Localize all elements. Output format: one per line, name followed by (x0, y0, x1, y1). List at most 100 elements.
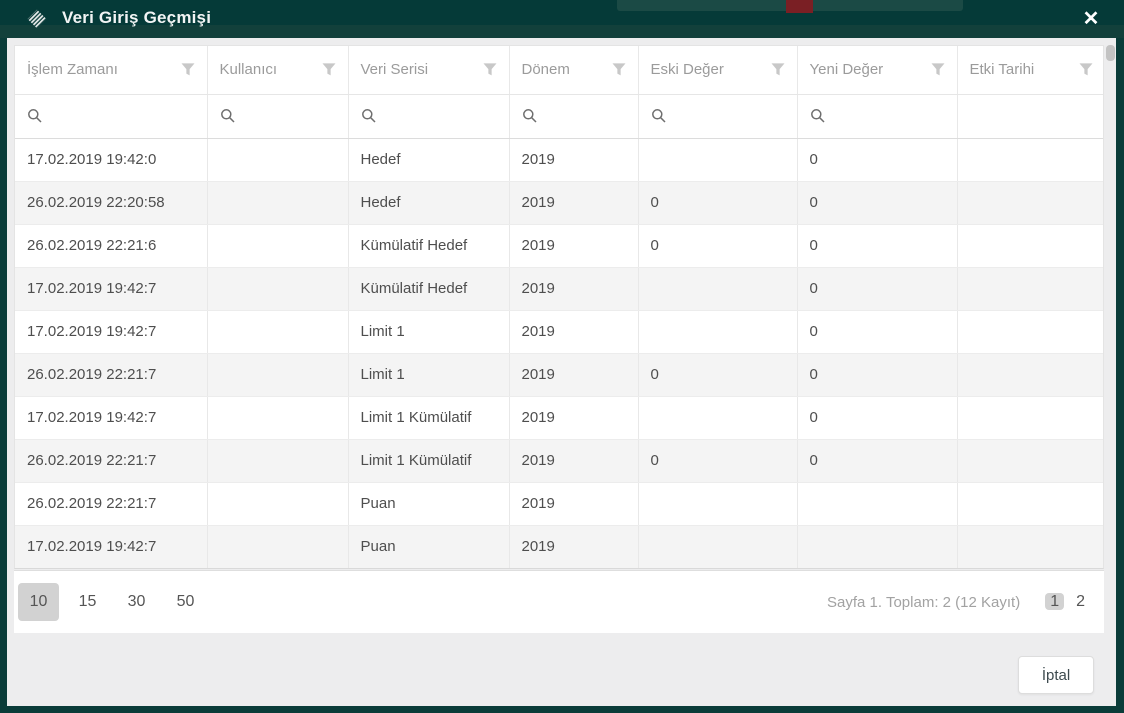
cell-islem-zamani: 26.02.2019 22:21:7 (15, 353, 208, 397)
filter-icon[interactable] (181, 63, 195, 76)
cell-yeni-deger: 0 (797, 138, 958, 182)
filter-row (15, 94, 1103, 139)
filter-input-veri-serisi[interactable] (348, 94, 510, 139)
history-table-card: İşlem Zamanı Kullanıcı Veri Serisi Dönem Esk… (14, 45, 1104, 569)
page-size-10[interactable]: 10 (18, 583, 59, 621)
column-header-donem[interactable]: Dönem (509, 46, 639, 95)
filter-icon[interactable] (612, 63, 626, 76)
cell-islem-zamani: 17.02.2019 19:42:7 (15, 267, 208, 311)
cell-etki-tarihi (957, 138, 1103, 182)
page-size-30[interactable]: 30 (116, 583, 157, 621)
filter-input-yeni-deger[interactable] (797, 94, 958, 139)
cell-donem: 2019 (509, 224, 639, 268)
cell-donem: 2019 (509, 267, 639, 311)
cell-islem-zamani: 17.02.2019 19:42:7 (15, 396, 208, 440)
cell-eski-deger (638, 267, 798, 311)
table-row: 17.02.2019 19:42:7 Limit 1 2019 0 (15, 310, 1103, 354)
cell-etki-tarihi (957, 181, 1103, 225)
cell-kullanici (207, 267, 349, 311)
cell-islem-zamani: 17.02.2019 19:42:7 (15, 310, 208, 354)
cell-islem-zamani: 26.02.2019 22:21:7 (15, 482, 208, 526)
modal-border (0, 706, 1124, 713)
hatched-diamond-icon (27, 9, 47, 29)
cell-islem-zamani: 26.02.2019 22:20:58 (15, 181, 208, 225)
column-label: Yeni Değer (809, 61, 884, 79)
cell-veri-serisi: Puan (348, 482, 510, 526)
search-icon (28, 108, 42, 123)
table-row: 26.02.2019 22:21:7 Limit 1 2019 0 0 (15, 353, 1103, 397)
filter-input-etki-tarihi[interactable] (957, 94, 1103, 139)
filter-icon[interactable] (771, 63, 785, 76)
filter-icon[interactable] (931, 63, 945, 76)
table-row: 17.02.2019 19:42:7 Puan 2019 (15, 525, 1103, 568)
cell-yeni-deger: 0 (797, 267, 958, 311)
table-row: 26.02.2019 22:21:6 Kümülatif Hedef 2019 0 0 (15, 224, 1103, 268)
cell-donem: 2019 (509, 181, 639, 225)
cell-etki-tarihi (957, 353, 1103, 397)
vertical-scrollbar[interactable] (1106, 45, 1115, 61)
page-size-50[interactable]: 50 (165, 583, 206, 621)
modal-titlebar: Veri Giriş Geçmişi ✕ (0, 0, 1124, 38)
column-label: Etki Tarihi (969, 61, 1035, 79)
column-header-islem-zamani[interactable]: İşlem Zamanı (15, 46, 208, 95)
filter-input-eski-deger[interactable] (638, 94, 798, 139)
column-header-yeni-deger[interactable]: Yeni Değer (797, 46, 958, 95)
cell-yeni-deger (797, 525, 958, 568)
search-icon (810, 108, 825, 123)
cell-etki-tarihi (957, 396, 1103, 440)
header-row: İşlem Zamanı Kullanıcı Veri Serisi Dönem Esk… (15, 46, 1103, 95)
cell-yeni-deger: 0 (797, 224, 958, 268)
filter-input-islem-zamani[interactable] (15, 94, 208, 139)
cell-donem: 2019 (509, 310, 639, 354)
column-header-etki-tarihi[interactable]: Etki Tarihi (957, 46, 1103, 95)
cell-islem-zamani: 26.02.2019 22:21:6 (15, 224, 208, 268)
cell-veri-serisi: Hedef (348, 181, 510, 225)
modal-title: Veri Giriş Geçmişi (62, 8, 212, 27)
cell-etki-tarihi (957, 224, 1103, 268)
cell-kullanici (207, 181, 349, 225)
page-button-1[interactable]: 1 (1045, 593, 1065, 610)
column-label: Dönem (521, 61, 570, 79)
column-header-veri-serisi[interactable]: Veri Serisi (348, 46, 510, 95)
cell-donem: 2019 (509, 525, 639, 568)
cell-yeni-deger: 0 (797, 181, 958, 225)
table-row: 26.02.2019 22:21:7 Limit 1 Kümülatif 2019 0… (15, 439, 1103, 483)
cell-donem: 2019 (509, 439, 639, 483)
table-row: 26.02.2019 22:20:58 Hedef 2019 0 0 (15, 181, 1103, 225)
cell-yeni-deger: 0 (797, 396, 958, 440)
cell-kullanici (207, 439, 349, 483)
cell-eski-deger (638, 396, 798, 440)
data-entry-history-modal: Veri Giriş Geçmişi ✕ İşlem Zamanı Kullanı… (0, 0, 1124, 713)
search-icon (361, 108, 376, 123)
column-header-eski-deger[interactable]: Eski Değer (638, 46, 798, 95)
filter-input-kullanici[interactable] (207, 94, 349, 139)
column-header-kullanici[interactable]: Kullanıcı (207, 46, 349, 95)
filter-icon[interactable] (1079, 63, 1093, 76)
cell-etki-tarihi (957, 439, 1103, 483)
cell-islem-zamani: 17.02.2019 19:42:7 (15, 525, 208, 568)
cell-etki-tarihi (957, 310, 1103, 354)
cell-yeni-deger: 0 (797, 310, 958, 354)
cell-kullanici (207, 396, 349, 440)
modal-border (0, 38, 7, 713)
page-button-2[interactable]: 2 (1071, 593, 1090, 610)
cancel-button[interactable]: İptal (1018, 656, 1094, 694)
filter-input-donem[interactable] (509, 94, 639, 139)
cell-yeni-deger: 0 (797, 353, 958, 397)
cell-veri-serisi: Limit 1 Kümülatif (348, 439, 510, 483)
cell-kullanici (207, 224, 349, 268)
history-table: İşlem Zamanı Kullanıcı Veri Serisi Dönem Esk… (15, 46, 1103, 568)
filter-icon[interactable] (483, 63, 497, 76)
close-icon[interactable]: ✕ (1078, 6, 1104, 32)
search-icon (220, 108, 235, 123)
cell-veri-serisi: Puan (348, 525, 510, 568)
cell-eski-deger (638, 525, 798, 568)
page-size-15[interactable]: 15 (67, 583, 108, 621)
filter-icon[interactable] (322, 63, 336, 76)
cell-kullanici (207, 525, 349, 568)
pagination-bar: 10 15 30 50 Sayfa 1. Toplam: 2 (12 Kayıt) 1… (14, 570, 1104, 633)
cell-veri-serisi: Hedef (348, 138, 510, 182)
cell-kullanici (207, 138, 349, 182)
cell-veri-serisi: Limit 1 (348, 353, 510, 397)
table-row: 26.02.2019 22:21:7 Puan 2019 (15, 482, 1103, 526)
